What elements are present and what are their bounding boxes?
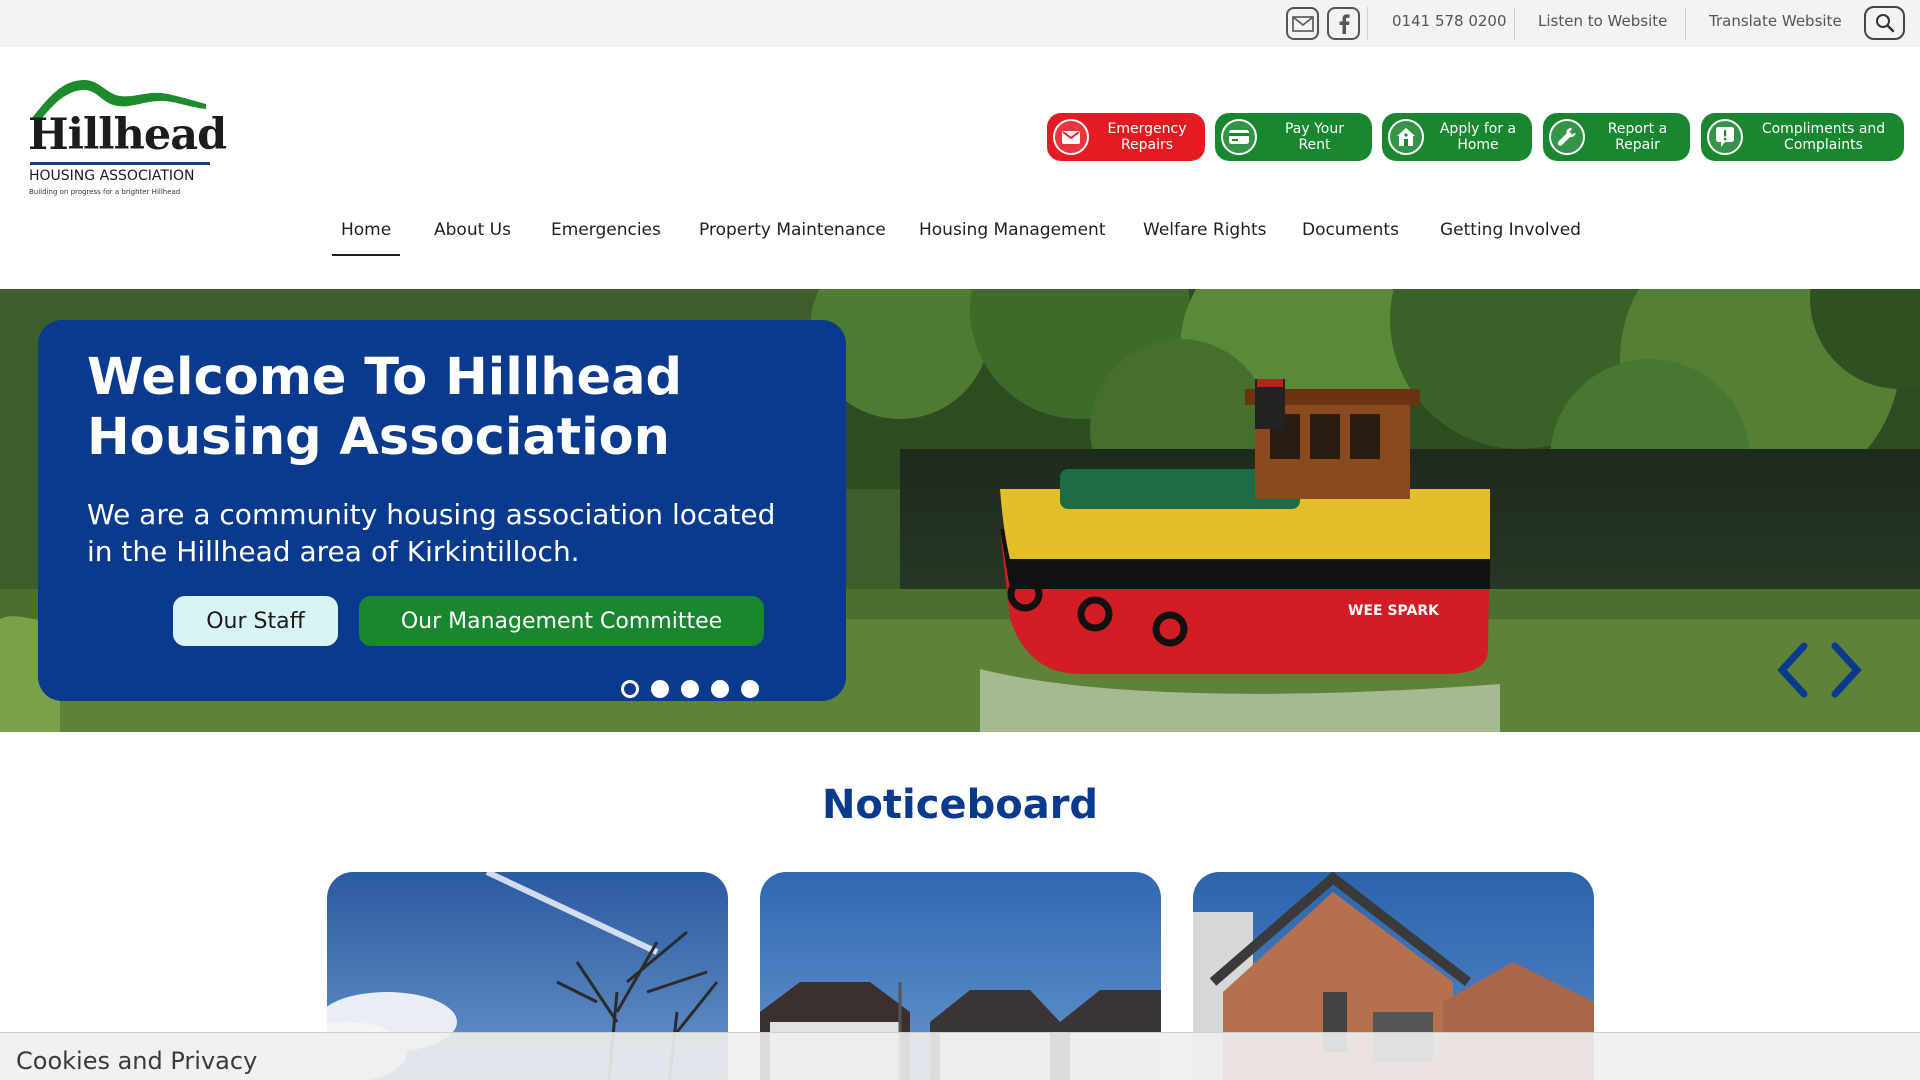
logo-tagline: Building on progress for a brighter Hill… [29,188,181,196]
slide-dot[interactable] [621,680,639,698]
site-logo[interactable]: Hillhead HOUSING ASSOCIATION Building on… [28,76,227,201]
logo-underline [30,162,210,165]
nav-emergencies[interactable]: Emergencies [551,220,661,257]
email-link[interactable] [1286,7,1319,40]
house-icon [1397,128,1415,146]
slide-dot[interactable] [741,680,759,698]
slide-dot[interactable] [711,680,729,698]
card-icon [1229,130,1249,144]
phone-link[interactable]: 0141 578 0200 [1392,12,1507,30]
nav-property-maintenance[interactable]: Property Maintenance [699,220,886,257]
envelope-icon [1062,130,1080,144]
nav-welfare-rights[interactable]: Welfare Rights [1143,220,1267,257]
slide-dot[interactable] [651,680,669,698]
nav-getting-involved[interactable]: Getting Involved [1440,220,1581,257]
nav-about-us[interactable]: About Us [434,220,511,257]
quick-action-label: Pay Your Rent [1284,121,1344,153]
compliments-and-complaints-button[interactable]: Compliments and Complaints [1701,113,1904,161]
slider-prev-button[interactable] [1770,640,1814,700]
divider [1514,7,1515,40]
nav-home[interactable]: Home [331,220,401,257]
icon-wrap [1707,119,1743,155]
icon-wrap [1549,119,1585,155]
our-staff-button[interactable]: Our Staff [173,596,338,646]
quick-action-label: Compliments and Complaints [1761,121,1886,153]
top-utility-bar: 0141 578 0200 Listen to Website Translat… [0,0,1920,47]
chevron-right-icon [1831,642,1862,698]
nav-housing-management[interactable]: Housing Management [919,220,1106,257]
listen-to-website-link[interactable]: Listen to Website [1538,12,1667,30]
divider [1685,7,1686,40]
icon-wrap [1221,119,1257,155]
nav-documents[interactable]: Documents [1302,220,1399,257]
search-button[interactable] [1864,6,1905,40]
quick-action-label: Report a Repair [1607,121,1668,153]
logo-subtitle: HOUSING ASSOCIATION [29,168,195,184]
main-nav: Home About Us Emergencies Property Maint… [0,220,1920,260]
icon-wrap [1388,119,1424,155]
our-management-committee-button[interactable]: Our Management Committee [359,596,764,646]
boat-name-text: WEE SPARK [1348,603,1440,619]
report-a-repair-button[interactable]: Report a Repair [1543,113,1690,161]
wrench-icon [1557,128,1576,146]
slide-dot[interactable] [681,680,699,698]
envelope-icon [1291,15,1314,32]
icon-wrap [1053,119,1089,155]
hero-title: Welcome To Hillhead Housing Association [87,348,683,467]
divider [1367,7,1368,40]
emergency-repairs-button[interactable]: Emergency Repairs [1047,113,1205,161]
hero-card: Welcome To Hillhead Housing Association … [38,320,846,701]
search-icon [1875,14,1894,33]
chevron-left-icon [1777,642,1808,698]
speech-exclaim-icon [1716,127,1734,147]
quick-action-label: Apply for a Home [1439,121,1517,153]
cookie-banner: Cookies and Privacy [0,1032,1920,1080]
translate-website-link[interactable]: Translate Website [1709,12,1842,30]
hero-text: We are a community housing association l… [87,498,776,568]
facebook-icon [1339,13,1350,34]
facebook-link[interactable] [1327,7,1360,40]
logo-name: Hillhead [28,110,227,160]
hero-slider: WEE SPARK Welcome To Hillhead Housing As… [0,289,1920,732]
noticeboard-title: Noticeboard [821,782,1099,828]
apply-for-a-home-button[interactable]: Apply for a Home [1382,113,1532,161]
cookie-title[interactable]: Cookies and Privacy [16,1047,257,1075]
slider-next-button[interactable] [1825,640,1869,700]
quick-action-label: Emergency Repairs [1107,121,1187,153]
pay-your-rent-button[interactable]: Pay Your Rent [1215,113,1372,161]
